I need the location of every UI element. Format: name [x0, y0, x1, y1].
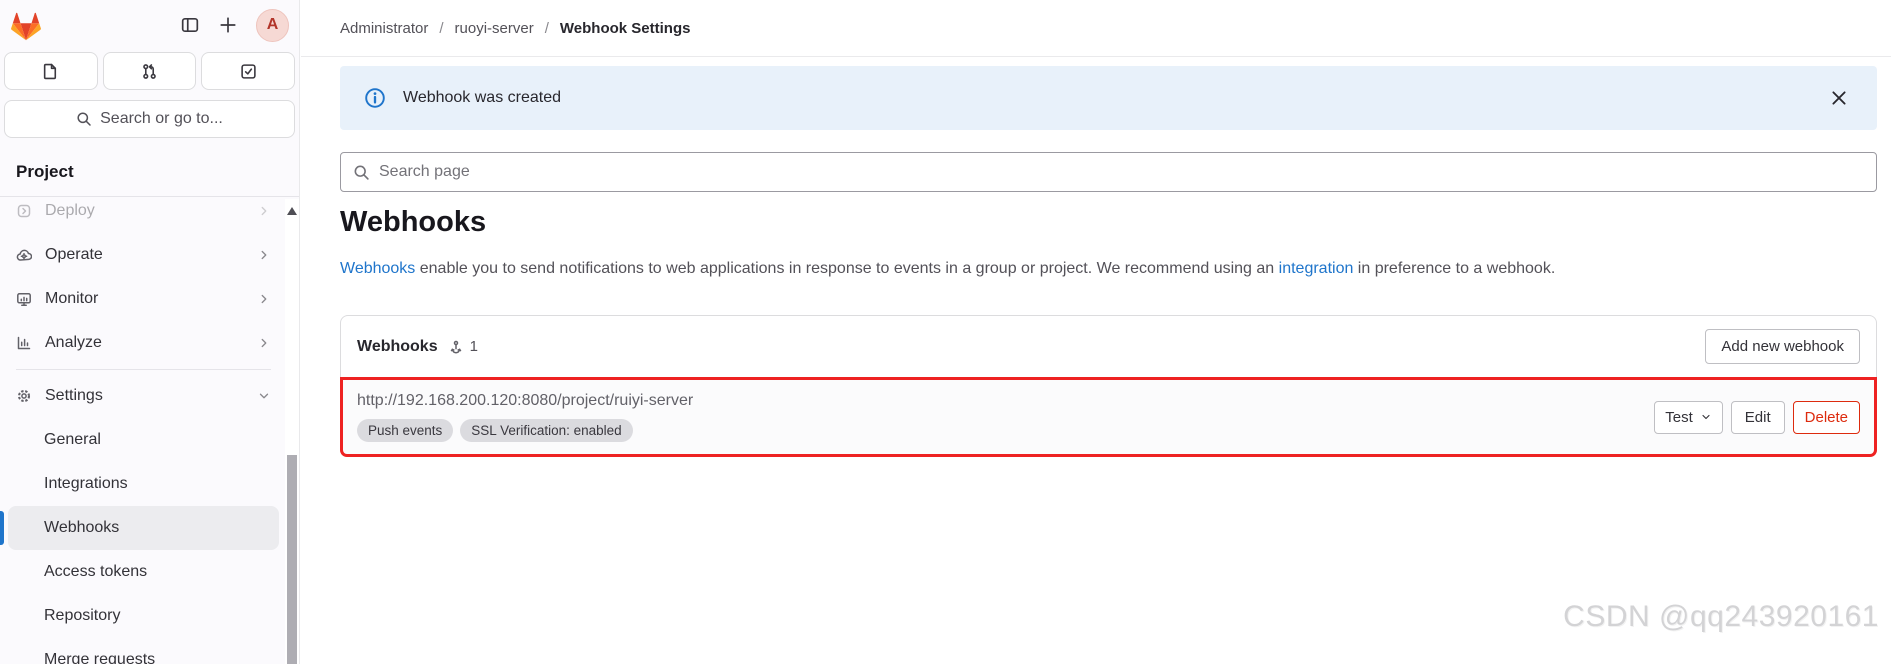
issues-shortcut-button[interactable] [4, 52, 98, 90]
breadcrumb-project[interactable]: ruoyi-server [455, 20, 534, 37]
deploy-icon [16, 203, 32, 219]
sidebar-item-label: General [44, 431, 101, 448]
search-or-go-to[interactable]: Search or go to... [4, 100, 295, 138]
test-label: Test [1665, 408, 1693, 426]
sidebar-toggle-icon[interactable] [176, 11, 204, 39]
description-text: in preference to a webhook. [1353, 260, 1556, 277]
webhook-badges: Push events SSL Verification: enabled [357, 419, 693, 442]
chevron-down-icon [257, 389, 271, 403]
sidebar-item-general[interactable]: General [8, 418, 279, 462]
breadcrumb-current-page: Webhook Settings [559, 19, 691, 37]
sidebar: A Search or go to... Project Deploy Oper… [0, 0, 300, 664]
analyze-icon [16, 335, 32, 351]
breadcrumb-administrator[interactable]: Administrator [340, 20, 428, 37]
sidebar-item-integrations[interactable]: Integrations [8, 462, 279, 506]
scroll-up-arrow[interactable] [287, 207, 297, 215]
monitor-icon [16, 291, 32, 307]
sidebar-item-label: Access tokens [44, 563, 148, 580]
search-icon [354, 165, 369, 180]
sidebar-divider [16, 369, 271, 370]
todos-shortcut-button[interactable] [201, 52, 296, 90]
sidebar-item-label: Repository [44, 607, 121, 624]
delete-button[interactable]: Delete [1792, 400, 1860, 434]
page-search [340, 152, 1877, 192]
sidebar-shortcuts [4, 52, 296, 90]
ssl-verification-badge: SSL Verification: enabled [460, 419, 633, 442]
search-icon [77, 112, 91, 126]
add-new-webhook-button[interactable]: Add new webhook [1705, 329, 1860, 364]
alert-message: Webhook was created [403, 89, 562, 106]
search-label: Search or go to... [100, 110, 223, 127]
gitlab-logo[interactable] [10, 10, 42, 41]
sidebar-item-deploy[interactable]: Deploy [8, 199, 279, 233]
hook-icon [448, 340, 464, 356]
sidebar-scrollbar [285, 199, 299, 664]
chevron-right-icon [257, 204, 271, 218]
sidebar-item-repository[interactable]: Repository [8, 594, 279, 638]
sidebar-item-access-tokens[interactable]: Access tokens [8, 550, 279, 594]
sidebar-header: A [0, 0, 299, 46]
sidebar-item-label: Integrations [44, 475, 128, 492]
red-highlight-box: http://192.168.200.120:8080/project/ruiy… [340, 377, 1877, 457]
sidebar-item-operate[interactable]: Operate [8, 233, 279, 277]
card-title: Webhooks [357, 337, 438, 355]
info-icon [364, 87, 386, 109]
csdn-watermark: CSDN @qq243920161 [1563, 600, 1879, 633]
webhooks-card-header: Webhooks 1 Add new webhook [341, 316, 1876, 377]
sidebar-item-merge-requests[interactable]: Merge requests [8, 638, 279, 664]
webhook-row: http://192.168.200.120:8080/project/ruiy… [357, 392, 693, 442]
integration-link[interactable]: integration [1279, 260, 1354, 277]
webhook-count: 1 [469, 338, 478, 355]
sidebar-item-settings[interactable]: Settings [8, 374, 279, 418]
sidebar-item-monitor[interactable]: Monitor [8, 277, 279, 321]
sidebar-item-label: Webhooks [44, 519, 120, 536]
settings-icon [16, 388, 32, 404]
sidebar-item-label: Analyze [45, 334, 102, 351]
push-events-badge: Push events [357, 419, 454, 442]
sidebar-item-label: Deploy [45, 202, 95, 219]
webhook-url: http://192.168.200.120:8080/project/ruiy… [357, 392, 694, 409]
sidebar-section-label: Project [0, 162, 299, 197]
page-search-input[interactable] [379, 163, 1864, 181]
chevron-right-icon [257, 336, 271, 350]
sidebar-item-label: Merge requests [44, 651, 156, 664]
description-text: enable you to send notifications to web … [415, 260, 1279, 277]
sidebar-item-label: Operate [45, 246, 103, 263]
webhook-actions: Test Edit Delete [1654, 400, 1860, 434]
avatar[interactable]: A [256, 8, 289, 42]
sidebar-item-label: Monitor [45, 290, 99, 307]
todo-icon [241, 63, 256, 79]
alert-banner: Webhook was created [340, 66, 1877, 130]
sidebar-item-analyze[interactable]: Analyze [8, 321, 279, 365]
breadcrumb: Administrator / ruoyi-server / Webhook S… [301, 0, 1891, 57]
merge-request-icon [143, 63, 156, 79]
webhooks-card: Webhooks 1 Add new webhook http://192.16… [340, 315, 1877, 457]
chevron-right-icon [257, 292, 271, 306]
issues-icon [44, 63, 57, 79]
edit-button[interactable]: Edit [1730, 400, 1785, 434]
chevron-down-icon [1700, 411, 1712, 423]
sidebar-menu: Deploy Operate Monitor Analyze Settings … [0, 199, 299, 664]
plus-icon[interactable] [214, 11, 242, 39]
merge-requests-shortcut-button[interactable] [102, 52, 197, 90]
operate-icon [16, 247, 32, 263]
scrollbar-thumb[interactable] [287, 455, 297, 664]
page-description: Webhooks enable you to send notification… [340, 260, 1555, 278]
test-dropdown-button[interactable]: Test [1654, 400, 1723, 434]
page-title: Webhooks [340, 206, 487, 238]
sidebar-item-label: Settings [45, 387, 103, 404]
close-icon[interactable] [1829, 88, 1849, 108]
webhooks-doc-link[interactable]: Webhooks [340, 260, 415, 277]
chevron-right-icon [257, 248, 271, 262]
main-content: Administrator / ruoyi-server / Webhook S… [301, 0, 1891, 664]
breadcrumb-separator: / [439, 19, 444, 37]
gitlab-webhook-settings-page: A Search or go to... Project Deploy Oper… [0, 0, 1891, 664]
breadcrumb-separator: / [544, 19, 549, 37]
sidebar-item-webhooks[interactable]: Webhooks [0, 506, 279, 550]
